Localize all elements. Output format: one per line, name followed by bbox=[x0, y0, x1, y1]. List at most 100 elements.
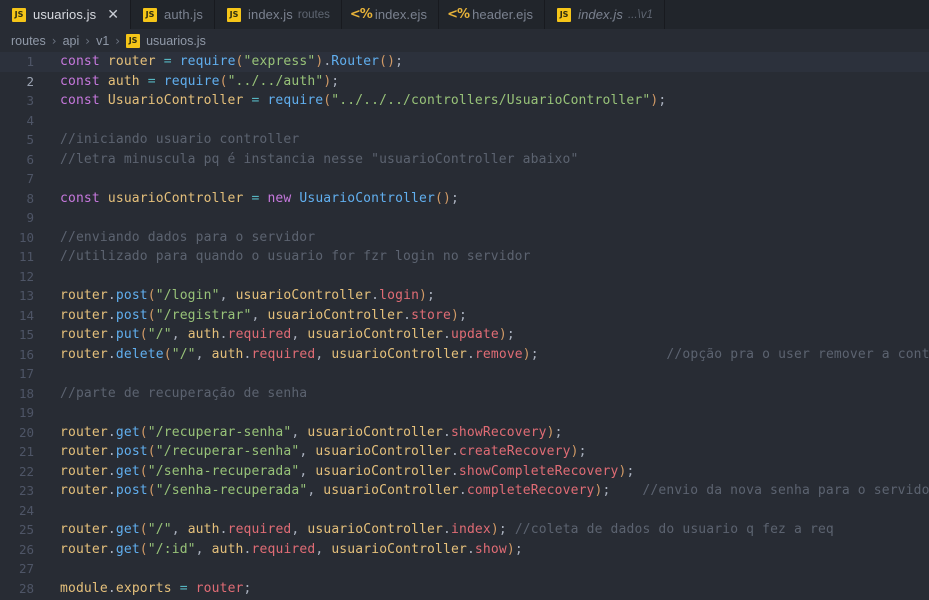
editor-tab-index-js[interactable]: JS index.js routes bbox=[215, 0, 342, 29]
code-text: module.exports = router; bbox=[60, 580, 252, 596]
ejs-file-icon: <% bbox=[447, 7, 470, 22]
code-line[interactable]: 26 router.get("/:id", auth.required, usua… bbox=[0, 540, 929, 560]
tab-label: index.ejs bbox=[374, 7, 428, 22]
line-number: 21 bbox=[18, 444, 34, 459]
line-number: 9 bbox=[26, 210, 34, 225]
line-number: 22 bbox=[18, 463, 34, 479]
code-line[interactable]: 23 router.post("/senha-recuperada", usuar… bbox=[0, 481, 929, 501]
code-line[interactable]: 16 router.delete("/", auth.required, usua… bbox=[0, 345, 929, 365]
line-number: 19 bbox=[18, 405, 34, 420]
js-file-icon: JS bbox=[12, 7, 26, 22]
line-number: 8 bbox=[26, 190, 34, 206]
code-line[interactable]: 2 const auth = require("../../auth"); bbox=[0, 72, 929, 92]
code-text: const usuarioController = new UsuarioCon… bbox=[60, 190, 459, 206]
code-line[interactable]: 18 //parte de recuperação de senha bbox=[0, 384, 929, 404]
line-number: 20 bbox=[18, 424, 34, 440]
js-file-icon: JS bbox=[126, 33, 141, 48]
js-file-icon: JS bbox=[227, 7, 241, 22]
editor-tab-bar: JS usuarios.js ✕ JS auth.js JS index.js routes <… bbox=[0, 0, 929, 29]
code-text: router.get("/:id", auth.required, usuari… bbox=[60, 541, 523, 557]
line-number: 14 bbox=[18, 307, 34, 323]
code-line[interactable]: 9 bbox=[0, 208, 929, 228]
code-line[interactable]: 4 bbox=[0, 111, 929, 131]
code-line[interactable]: 13 router.post("/login", usuarioControlle… bbox=[0, 286, 929, 306]
line-number: 1 bbox=[26, 54, 34, 69]
line-number: 25 bbox=[18, 522, 34, 537]
line-number: 17 bbox=[18, 366, 34, 381]
line-number: 12 bbox=[18, 268, 34, 284]
breadcrumb-separator-icon: › bbox=[85, 33, 91, 48]
tab-description: routes bbox=[297, 8, 330, 21]
tab-label: header.ejs bbox=[472, 7, 534, 22]
code-line[interactable]: 5 //iniciando usuario controller bbox=[0, 130, 929, 150]
code-line[interactable]: 14 router.post("/registrar", usuarioContr… bbox=[0, 306, 929, 326]
code-text: router.get("/recuperar-senha", usuarioCo… bbox=[60, 424, 563, 440]
code-text: router.get("/", auth.required, usuarioCo… bbox=[60, 522, 834, 537]
code-line[interactable]: 12 bbox=[0, 267, 929, 287]
tab-description: ...\v1 bbox=[627, 8, 653, 21]
editor-tab-auth-js[interactable]: JS auth.js bbox=[130, 0, 215, 29]
line-number: 15 bbox=[18, 327, 34, 342]
breadcrumb-item-api[interactable]: api bbox=[63, 34, 80, 48]
code-line[interactable]: 11 //utilizado para quando o usuario for … bbox=[0, 247, 929, 267]
line-number: 23 bbox=[18, 483, 34, 498]
code-text: router.post("/recuperar-senha", usuarioC… bbox=[60, 444, 587, 459]
code-text: //parte de recuperação de senha bbox=[60, 385, 308, 401]
code-line[interactable]: 6 //letra minuscula pq é instancia nesse … bbox=[0, 150, 929, 170]
breadcrumb-item-file[interactable]: JS usuarios.js bbox=[126, 33, 206, 48]
code-line[interactable]: 17 bbox=[0, 364, 929, 384]
code-line[interactable]: 22 router.get("/senha-recuperada", usuari… bbox=[0, 462, 929, 482]
editor-tab-index-ejs[interactable]: <% index.ejs bbox=[341, 0, 440, 29]
line-number: 24 bbox=[18, 502, 34, 518]
line-number: 16 bbox=[18, 346, 34, 362]
code-text: router.get("/senha-recuperada", usuarioC… bbox=[60, 463, 635, 479]
line-number: 3 bbox=[26, 93, 34, 108]
js-file-icon: JS bbox=[557, 7, 572, 22]
code-text: const auth = require("../../auth"); bbox=[60, 73, 340, 89]
code-line[interactable]: 28 module.exports = router; bbox=[0, 579, 929, 599]
code-text: router.post("/login", usuarioController.… bbox=[60, 288, 436, 303]
code-text: //utilizado para quando o usuario for fz… bbox=[60, 249, 531, 264]
code-text: const UsuarioController = require("../..… bbox=[60, 93, 667, 108]
code-line[interactable]: 27 bbox=[0, 559, 929, 579]
tab-label: index.js bbox=[578, 7, 623, 22]
code-line[interactable]: 7 bbox=[0, 169, 929, 189]
code-text: router.put("/", auth.required, usuarioCo… bbox=[60, 327, 515, 342]
code-text: const router = require("express").Router… bbox=[60, 54, 404, 69]
code-line[interactable]: 10 //enviando dados para o servidor bbox=[0, 228, 929, 248]
line-number: 27 bbox=[18, 561, 34, 576]
editor-tab-header-ejs[interactable]: <% header.ejs bbox=[439, 0, 546, 29]
code-editor[interactable]: 1 const router = require("express").Route… bbox=[0, 52, 929, 600]
code-text: router.post("/senha-recuperada", usuario… bbox=[60, 483, 929, 498]
code-line[interactable]: 24 bbox=[0, 501, 929, 521]
code-line[interactable]: 15 router.put("/", auth.required, usuario… bbox=[0, 325, 929, 345]
line-number: 10 bbox=[18, 229, 34, 245]
close-icon[interactable]: ✕ bbox=[107, 8, 119, 22]
code-line[interactable]: 19 bbox=[0, 403, 929, 423]
js-file-icon: JS bbox=[142, 7, 157, 22]
breadcrumb-item-routes[interactable]: routes bbox=[11, 34, 46, 48]
code-line[interactable]: 3 const UsuarioController = require("../.… bbox=[0, 91, 929, 111]
breadcrumb-separator-icon: › bbox=[115, 33, 121, 48]
code-text: router.post("/registrar", usuarioControl… bbox=[60, 307, 467, 323]
code-line[interactable]: 20 router.get("/recuperar-senha", usuario… bbox=[0, 423, 929, 443]
breadcrumb-file-label: usuarios.js bbox=[146, 33, 206, 48]
breadcrumb-item-v1[interactable]: v1 bbox=[96, 34, 109, 48]
breadcrumb-separator-icon: › bbox=[51, 33, 57, 48]
line-number: 7 bbox=[26, 171, 34, 186]
editor-tab-usuarios-js[interactable]: JS usuarios.js ✕ bbox=[0, 0, 131, 29]
line-number: 5 bbox=[26, 132, 34, 147]
code-line[interactable]: 8 const usuarioController = new UsuarioCo… bbox=[0, 189, 929, 209]
line-number: 11 bbox=[18, 249, 34, 264]
code-line[interactable]: 21 router.post("/recuperar-senha", usuari… bbox=[0, 442, 929, 462]
line-number: 2 bbox=[26, 73, 34, 89]
editor-tab-index-js[interactable]: JS index.js ...\v1 bbox=[545, 0, 665, 29]
line-number: 28 bbox=[18, 580, 34, 596]
line-number: 6 bbox=[26, 151, 34, 167]
ejs-file-icon: <% bbox=[349, 7, 373, 22]
code-line[interactable]: 25 router.get("/", auth.required, usuario… bbox=[0, 520, 929, 540]
line-number: 26 bbox=[18, 541, 34, 557]
code-line[interactable]: 1 const router = require("express").Route… bbox=[0, 52, 929, 72]
code-text: //enviando dados para o servidor bbox=[60, 229, 316, 245]
tab-label: usuarios.js bbox=[33, 7, 97, 22]
